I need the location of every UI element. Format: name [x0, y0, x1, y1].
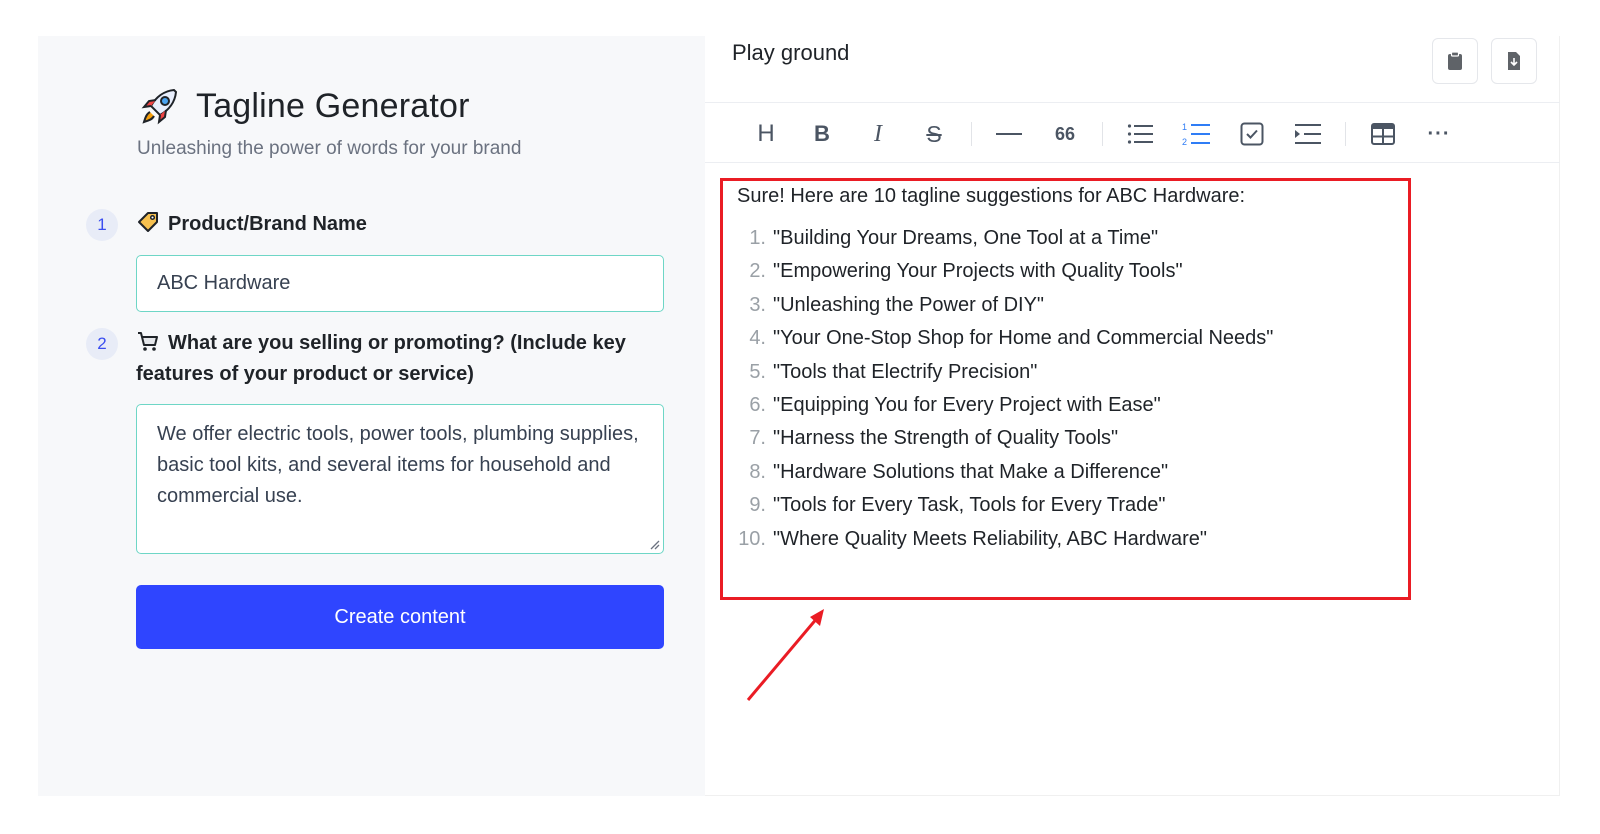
- clipboard-icon: [1448, 51, 1462, 70]
- list-item-text: "Hardware Solutions that Make a Differen…: [773, 460, 1169, 483]
- brand-name-label-text: Product/Brand Name: [168, 213, 367, 235]
- horizontal-rule-icon: [996, 133, 1022, 135]
- toolbar-separator: [1102, 122, 1103, 146]
- bullet-list-button[interactable]: [1117, 113, 1163, 155]
- italic-icon: I: [874, 120, 882, 147]
- ordered-list-button[interactable]: 1 2: [1173, 113, 1219, 155]
- editor-toolbar: H B I S 66 1 2 ···: [743, 112, 1472, 156]
- heading-button[interactable]: H: [743, 113, 789, 155]
- product-description-label-line2: features of your product or service): [136, 363, 474, 385]
- strikethrough-button[interactable]: S: [911, 113, 957, 155]
- list-item: 9. "Tools for Every Task, Tools for Every…: [737, 489, 1397, 522]
- more-icon: ···: [1427, 122, 1451, 145]
- list-item: 5. "Tools that Electrify Precision": [737, 356, 1397, 389]
- list-item-text: "Empowering Your Projects with Quality T…: [773, 260, 1183, 283]
- step-1-badge: 1: [86, 209, 118, 241]
- list-item-text: "Where Quality Meets Reliability, ABC Ha…: [773, 527, 1207, 550]
- rocket-icon: [141, 88, 178, 125]
- list-item: 1. "Building Your Dreams, One Tool at a T…: [737, 222, 1397, 255]
- more-button[interactable]: ···: [1416, 113, 1462, 155]
- list-item: 4. "Your One-Stop Shop for Home and Comme…: [737, 322, 1397, 355]
- svg-text:1: 1: [1182, 122, 1187, 132]
- checklist-button[interactable]: [1229, 113, 1275, 155]
- bold-button[interactable]: B: [799, 113, 845, 155]
- list-item-text: "Equipping You for Every Project with Ea…: [773, 394, 1161, 417]
- app-subtitle: Unleashing the power of words for your b…: [137, 138, 522, 159]
- shopping-cart-icon: [138, 332, 158, 351]
- list-item-text: "Harness the Strength of Quality Tools": [773, 427, 1119, 450]
- list-item-number: 1.: [749, 227, 766, 249]
- list-item: 8. "Hardware Solutions that Make a Differ…: [737, 456, 1397, 489]
- heading-icon: H: [757, 120, 775, 147]
- indent-button[interactable]: [1285, 113, 1331, 155]
- list-item-text: "Tools for Every Task, Tools for Every T…: [773, 494, 1166, 517]
- playground-title: Play ground: [732, 40, 850, 65]
- bullet-list-icon: [1127, 124, 1153, 144]
- list-item-number: 4.: [749, 327, 766, 350]
- tagline-list: 1. "Building Your Dreams, One Tool at a T…: [737, 222, 1397, 556]
- list-item-text: "Your One-Stop Shop for Home and Commerc…: [773, 327, 1274, 350]
- list-item-number: 8.: [749, 460, 766, 483]
- table-icon: [1371, 123, 1395, 145]
- strikethrough-icon: S: [926, 120, 942, 147]
- table-button[interactable]: [1360, 113, 1406, 155]
- download-button[interactable]: [1491, 38, 1537, 84]
- product-description-label: What are you selling or promoting? (Incl…: [136, 328, 676, 390]
- list-item: 3. "Unleashing the Power of DIY": [737, 289, 1397, 322]
- italic-button[interactable]: I: [855, 113, 901, 155]
- quote-button[interactable]: 66: [1042, 113, 1088, 155]
- brand-name-label: Product/Brand Name: [136, 209, 367, 240]
- list-item-number: 9.: [749, 494, 766, 517]
- ordered-list-icon: 1 2: [1182, 122, 1210, 147]
- list-item-number: 5.: [749, 360, 766, 383]
- title-row: Tagline Generator: [138, 84, 470, 128]
- list-item: 7. "Harness the Strength of Quality Tools…: [737, 422, 1397, 455]
- toolbar-divider: [705, 162, 1560, 163]
- product-description-label-line1: What are you selling or promoting? (Incl…: [168, 332, 626, 354]
- copy-button[interactable]: [1432, 38, 1478, 84]
- quote-icon: 66: [1054, 123, 1076, 144]
- playground-panel: Play ground H B I S 66 1 2 ··· Sure! Her…: [705, 36, 1560, 796]
- toolbar-separator: [971, 122, 972, 146]
- list-item: 6. "Equipping You for Every Project with …: [737, 389, 1397, 422]
- checklist-icon: [1240, 122, 1264, 146]
- generated-output[interactable]: Sure! Here are 10 tagline suggestions fo…: [737, 182, 1397, 556]
- svg-text:2: 2: [1182, 137, 1187, 147]
- list-item-number: 10.: [738, 527, 766, 550]
- create-content-button[interactable]: Create content: [136, 585, 664, 649]
- brand-name-input[interactable]: [136, 255, 664, 312]
- download-icon: [1508, 52, 1520, 70]
- generator-panel: Tagline Generator Unleashing the power o…: [38, 36, 705, 796]
- list-item-number: 7.: [749, 427, 766, 450]
- app-title: Tagline Generator: [196, 86, 470, 125]
- list-item-text: "Tools that Electrify Precision": [773, 360, 1038, 383]
- list-item-text: "Building Your Dreams, One Tool at a Tim…: [773, 227, 1159, 249]
- list-item: 2. "Empowering Your Projects with Quality…: [737, 255, 1397, 288]
- step-2-badge: 2: [86, 328, 118, 360]
- list-item-number: 2.: [749, 260, 766, 283]
- toolbar-separator: [1345, 122, 1346, 146]
- header-divider: [705, 102, 1560, 103]
- list-item-number: 3.: [749, 293, 766, 316]
- bold-icon: B: [814, 121, 830, 146]
- horizontal-rule-button[interactable]: [986, 113, 1032, 155]
- list-item-number: 6.: [749, 394, 766, 417]
- output-intro: Sure! Here are 10 tagline suggestions fo…: [737, 185, 1246, 207]
- product-description-value: We offer electric tools, power tools, pl…: [157, 423, 639, 507]
- tag-icon: [138, 212, 158, 232]
- list-item-text: "Unleashing the Power of DIY": [773, 293, 1045, 316]
- list-item: 10. "Where Quality Meets Reliability, ABC…: [737, 523, 1397, 556]
- resize-handle-icon[interactable]: [648, 538, 660, 550]
- product-description-textarea[interactable]: We offer electric tools, power tools, pl…: [136, 404, 664, 554]
- indent-icon: [1295, 124, 1321, 144]
